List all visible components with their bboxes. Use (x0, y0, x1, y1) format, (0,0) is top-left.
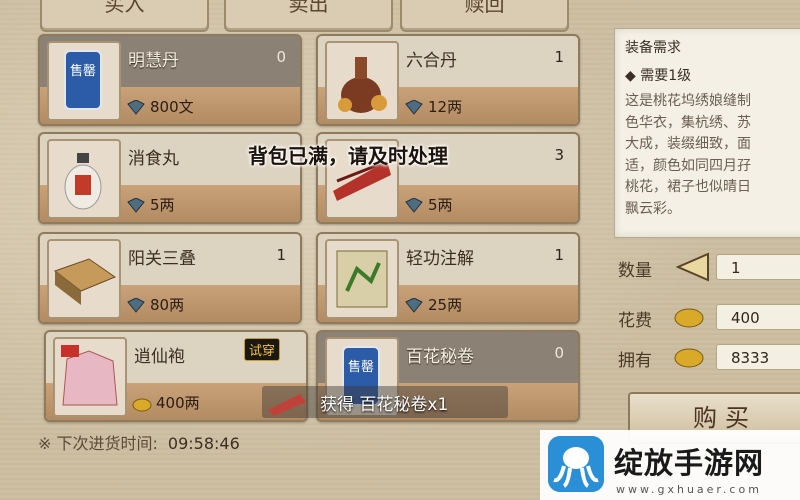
owned-value: 8333 (716, 344, 800, 370)
fan-scroll-icon (268, 394, 306, 416)
octopus-logo-icon (548, 436, 604, 492)
silver-coin-icon (405, 198, 423, 213)
gain-message: 获得 百花秘卷x1 (320, 395, 449, 415)
item-card[interactable]: 阳关三叠 1 80两 (38, 232, 302, 324)
panel-heading: 装备需求 (625, 40, 681, 56)
item-name: 明慧丹 (128, 51, 179, 71)
restock-timer: ※ 下次进货时间: 09:58:46 (38, 430, 240, 454)
item-price: 800文 (150, 98, 194, 116)
tab-redeem[interactable]: 赎回 (400, 0, 569, 32)
try-on-badge[interactable]: 试穿 (244, 338, 281, 361)
item-count: 1 (276, 246, 286, 264)
item-count: 1 (554, 246, 564, 264)
tab-sell[interactable]: 卖出 (224, 0, 393, 32)
item-count: 1 (554, 48, 564, 66)
decrease-arrow-icon[interactable] (674, 252, 710, 282)
restock-time: 09:58:46 (167, 434, 240, 453)
bag-full-notice: 背包已满，请及时处理 (248, 144, 448, 168)
restock-label: ※ 下次进货时间: (38, 434, 158, 453)
music-book-icon (47, 239, 121, 319)
item-card[interactable]: 轻功注解 1 25两 (316, 232, 580, 324)
item-name: 六合丹 (406, 51, 457, 71)
item-description: 这是桃花坞绣娘缝制 色华衣，集杭绣、苏 大成，装缀细致，面 适，颜色如同四月孖 … (625, 93, 751, 217)
item-count: 0 (554, 344, 564, 362)
svg-text:售罄: 售罄 (348, 359, 374, 375)
item-name: 轻功注解 (406, 249, 474, 269)
item-count: 0 (276, 48, 286, 66)
item-gained-toast: 获得 百花秘卷x1 (262, 386, 508, 418)
item-card[interactable]: 六合丹 1 12两 (316, 34, 580, 126)
item-price: 12两 (428, 98, 463, 116)
silver-coin-icon (405, 100, 423, 115)
watermark-name: 绽放手游网 (614, 446, 765, 480)
item-price: 80两 (150, 296, 185, 314)
item-price: 5两 (428, 196, 453, 214)
silver-coin-icon (127, 198, 145, 213)
quantity-label: 数量 (618, 261, 652, 281)
item-name: 阳关三叠 (128, 249, 196, 269)
level-requirement: ◆ 需要1级 (625, 68, 692, 84)
item-price: 5两 (150, 196, 175, 214)
martial-scroll-icon (325, 239, 399, 319)
cost-label: 花费 (618, 311, 652, 331)
item-count: 3 (554, 146, 564, 164)
item-name: 消食丸 (128, 149, 179, 169)
item-detail-panel: 装备需求 ◆ 需要1级 这是桃花坞绣娘缝制 色华衣，集杭绣、苏 大成，装缀细致，… (614, 28, 800, 238)
cost-value: 400 (716, 304, 800, 330)
quantity-input[interactable]: 1 (716, 254, 800, 280)
item-name: 逍仙袍 (134, 347, 185, 367)
gold-ingot-icon (132, 398, 152, 412)
item-card[interactable]: 售罄 明慧丹 0 800文 (38, 34, 302, 126)
item-price: 400两 (156, 394, 200, 412)
item-name: 百花秘卷 (406, 347, 474, 367)
silver-coin-icon (127, 298, 145, 313)
watermark-url: www.gxhuaer.com (616, 483, 762, 496)
silver-coin-icon (405, 298, 423, 313)
medicine-gourd-icon (325, 41, 399, 121)
gold-ingot-icon (674, 348, 704, 368)
tab-buy[interactable]: 买入 (40, 0, 209, 32)
gold-ingot-icon (674, 308, 704, 328)
item-price: 25两 (428, 296, 463, 314)
sold-out-seal-icon: 售罄 (47, 41, 121, 121)
pill-bottle-icon (47, 139, 121, 219)
svg-text:售罄: 售罄 (70, 63, 96, 79)
silver-coin-icon (127, 100, 145, 115)
robe-icon (53, 337, 127, 417)
owned-label: 拥有 (618, 351, 652, 371)
